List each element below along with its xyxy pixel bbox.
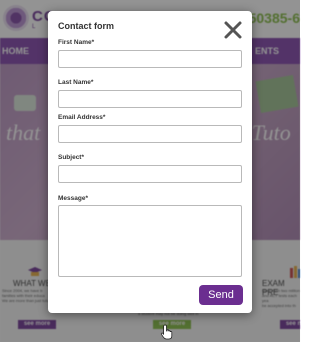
message-label: Message*: [58, 195, 88, 202]
first-name-input[interactable]: [58, 50, 242, 68]
subject-input[interactable]: [58, 165, 242, 183]
modal-title: Contact form: [58, 21, 114, 31]
first-name-label: First Name*: [58, 39, 95, 46]
email-label: Email Address*: [58, 114, 106, 121]
close-button[interactable]: [222, 19, 244, 41]
subject-label: Subject*: [58, 154, 85, 161]
hand-pointer-icon: [160, 324, 173, 340]
last-name-label: Last Name*: [58, 79, 94, 86]
email-input[interactable]: [58, 125, 242, 143]
message-textarea[interactable]: [58, 205, 242, 277]
send-button[interactable]: Send: [199, 285, 243, 305]
last-name-input[interactable]: [58, 90, 242, 108]
contact-form-modal: Contact form First Name* Last Name* Emai…: [48, 11, 252, 313]
close-icon: [224, 21, 242, 39]
